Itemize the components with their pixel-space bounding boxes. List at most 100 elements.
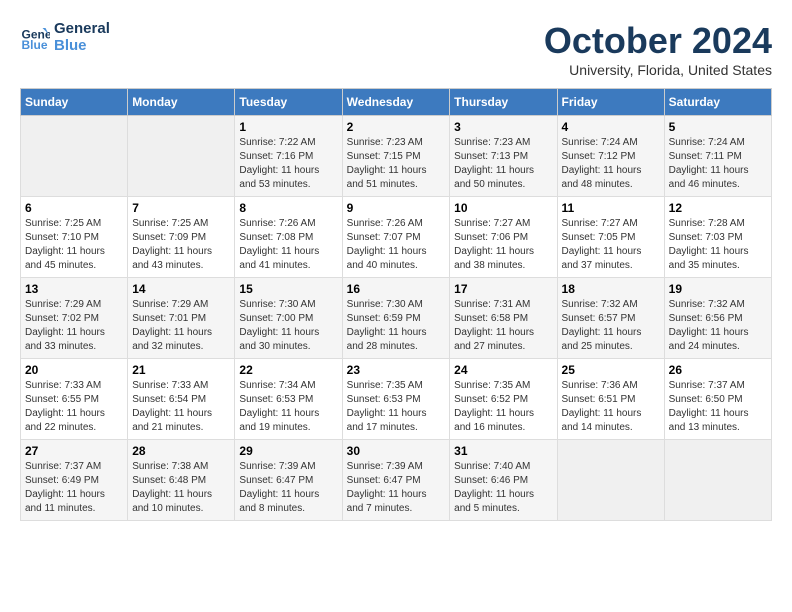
day-detail: Sunrise: 7:38 AM Sunset: 6:48 PM Dayligh… [132, 460, 230, 516]
calendar-cell: 17 Sunrise: 7:31 AM Sunset: 6:58 PM Dayl… [450, 278, 557, 359]
calendar-cell: 13 Sunrise: 7:29 AM Sunset: 7:02 PM Dayl… [21, 278, 128, 359]
day-number: 10 [454, 201, 552, 215]
calendar-cell: 27 Sunrise: 7:37 AM Sunset: 6:49 PM Dayl… [21, 440, 128, 521]
day-detail: Sunrise: 7:29 AM Sunset: 7:01 PM Dayligh… [132, 298, 230, 354]
calendar-cell: 23 Sunrise: 7:35 AM Sunset: 6:53 PM Dayl… [342, 359, 450, 440]
calendar-cell: 5 Sunrise: 7:24 AM Sunset: 7:11 PM Dayli… [664, 116, 771, 197]
day-detail: Sunrise: 7:24 AM Sunset: 7:12 PM Dayligh… [562, 136, 660, 192]
day-number: 30 [347, 444, 446, 458]
calendar-cell: 26 Sunrise: 7:37 AM Sunset: 6:50 PM Dayl… [664, 359, 771, 440]
day-number: 8 [239, 201, 337, 215]
calendar-week-row: 13 Sunrise: 7:29 AM Sunset: 7:02 PM Dayl… [21, 278, 772, 359]
day-number: 11 [562, 201, 660, 215]
calendar-cell: 8 Sunrise: 7:26 AM Sunset: 7:08 PM Dayli… [235, 197, 342, 278]
calendar-cell: 2 Sunrise: 7:23 AM Sunset: 7:15 PM Dayli… [342, 116, 450, 197]
day-detail: Sunrise: 7:37 AM Sunset: 6:50 PM Dayligh… [669, 379, 767, 435]
day-detail: Sunrise: 7:39 AM Sunset: 6:47 PM Dayligh… [347, 460, 446, 516]
day-detail: Sunrise: 7:24 AM Sunset: 7:11 PM Dayligh… [669, 136, 767, 192]
logo-line1: General [54, 20, 110, 37]
weekday-header-monday: Monday [128, 89, 235, 116]
calendar-cell: 20 Sunrise: 7:33 AM Sunset: 6:55 PM Dayl… [21, 359, 128, 440]
calendar-cell: 7 Sunrise: 7:25 AM Sunset: 7:09 PM Dayli… [128, 197, 235, 278]
day-detail: Sunrise: 7:40 AM Sunset: 6:46 PM Dayligh… [454, 460, 552, 516]
calendar-cell: 25 Sunrise: 7:36 AM Sunset: 6:51 PM Dayl… [557, 359, 664, 440]
day-number: 31 [454, 444, 552, 458]
day-number: 20 [25, 363, 123, 377]
page-header: General Blue General Blue October 2024 U… [20, 20, 772, 78]
day-detail: Sunrise: 7:28 AM Sunset: 7:03 PM Dayligh… [669, 217, 767, 273]
day-number: 21 [132, 363, 230, 377]
calendar-cell: 28 Sunrise: 7:38 AM Sunset: 6:48 PM Dayl… [128, 440, 235, 521]
month-title: October 2024 [544, 20, 772, 62]
calendar-cell: 21 Sunrise: 7:33 AM Sunset: 6:54 PM Dayl… [128, 359, 235, 440]
calendar-cell: 22 Sunrise: 7:34 AM Sunset: 6:53 PM Dayl… [235, 359, 342, 440]
day-detail: Sunrise: 7:32 AM Sunset: 6:57 PM Dayligh… [562, 298, 660, 354]
svg-text:Blue: Blue [22, 38, 48, 52]
day-number: 23 [347, 363, 446, 377]
calendar-cell: 1 Sunrise: 7:22 AM Sunset: 7:16 PM Dayli… [235, 116, 342, 197]
day-detail: Sunrise: 7:37 AM Sunset: 6:49 PM Dayligh… [25, 460, 123, 516]
day-detail: Sunrise: 7:36 AM Sunset: 6:51 PM Dayligh… [562, 379, 660, 435]
logo: General Blue General Blue [20, 20, 110, 54]
title-block: October 2024 University, Florida, United… [544, 20, 772, 78]
weekday-header-friday: Friday [557, 89, 664, 116]
day-detail: Sunrise: 7:22 AM Sunset: 7:16 PM Dayligh… [239, 136, 337, 192]
day-number: 2 [347, 120, 446, 134]
day-number: 12 [669, 201, 767, 215]
day-number: 29 [239, 444, 337, 458]
calendar-cell: 14 Sunrise: 7:29 AM Sunset: 7:01 PM Dayl… [128, 278, 235, 359]
day-number: 15 [239, 282, 337, 296]
calendar-week-row: 27 Sunrise: 7:37 AM Sunset: 6:49 PM Dayl… [21, 440, 772, 521]
logo-icon: General Blue [20, 22, 50, 52]
day-number: 27 [25, 444, 123, 458]
day-number: 3 [454, 120, 552, 134]
day-detail: Sunrise: 7:25 AM Sunset: 7:10 PM Dayligh… [25, 217, 123, 273]
day-number: 28 [132, 444, 230, 458]
calendar-table: SundayMondayTuesdayWednesdayThursdayFrid… [20, 88, 772, 521]
calendar-cell: 16 Sunrise: 7:30 AM Sunset: 6:59 PM Dayl… [342, 278, 450, 359]
day-detail: Sunrise: 7:27 AM Sunset: 7:05 PM Dayligh… [562, 217, 660, 273]
calendar-cell: 6 Sunrise: 7:25 AM Sunset: 7:10 PM Dayli… [21, 197, 128, 278]
calendar-cell [21, 116, 128, 197]
day-number: 14 [132, 282, 230, 296]
calendar-cell: 29 Sunrise: 7:39 AM Sunset: 6:47 PM Dayl… [235, 440, 342, 521]
day-number: 22 [239, 363, 337, 377]
calendar-cell: 15 Sunrise: 7:30 AM Sunset: 7:00 PM Dayl… [235, 278, 342, 359]
day-number: 16 [347, 282, 446, 296]
day-number: 6 [25, 201, 123, 215]
day-detail: Sunrise: 7:35 AM Sunset: 6:52 PM Dayligh… [454, 379, 552, 435]
calendar-cell: 12 Sunrise: 7:28 AM Sunset: 7:03 PM Dayl… [664, 197, 771, 278]
day-detail: Sunrise: 7:23 AM Sunset: 7:13 PM Dayligh… [454, 136, 552, 192]
day-number: 13 [25, 282, 123, 296]
day-detail: Sunrise: 7:32 AM Sunset: 6:56 PM Dayligh… [669, 298, 767, 354]
day-number: 5 [669, 120, 767, 134]
calendar-cell: 11 Sunrise: 7:27 AM Sunset: 7:05 PM Dayl… [557, 197, 664, 278]
day-detail: Sunrise: 7:33 AM Sunset: 6:54 PM Dayligh… [132, 379, 230, 435]
day-number: 4 [562, 120, 660, 134]
day-detail: Sunrise: 7:35 AM Sunset: 6:53 PM Dayligh… [347, 379, 446, 435]
day-number: 18 [562, 282, 660, 296]
day-detail: Sunrise: 7:31 AM Sunset: 6:58 PM Dayligh… [454, 298, 552, 354]
calendar-cell [557, 440, 664, 521]
calendar-cell: 24 Sunrise: 7:35 AM Sunset: 6:52 PM Dayl… [450, 359, 557, 440]
day-number: 26 [669, 363, 767, 377]
day-detail: Sunrise: 7:26 AM Sunset: 7:07 PM Dayligh… [347, 217, 446, 273]
day-detail: Sunrise: 7:23 AM Sunset: 7:15 PM Dayligh… [347, 136, 446, 192]
calendar-cell: 3 Sunrise: 7:23 AM Sunset: 7:13 PM Dayli… [450, 116, 557, 197]
day-detail: Sunrise: 7:30 AM Sunset: 7:00 PM Dayligh… [239, 298, 337, 354]
weekday-header-tuesday: Tuesday [235, 89, 342, 116]
day-number: 7 [132, 201, 230, 215]
calendar-week-row: 20 Sunrise: 7:33 AM Sunset: 6:55 PM Dayl… [21, 359, 772, 440]
day-detail: Sunrise: 7:26 AM Sunset: 7:08 PM Dayligh… [239, 217, 337, 273]
day-detail: Sunrise: 7:39 AM Sunset: 6:47 PM Dayligh… [239, 460, 337, 516]
calendar-cell [664, 440, 771, 521]
day-detail: Sunrise: 7:34 AM Sunset: 6:53 PM Dayligh… [239, 379, 337, 435]
day-number: 25 [562, 363, 660, 377]
day-number: 24 [454, 363, 552, 377]
day-detail: Sunrise: 7:25 AM Sunset: 7:09 PM Dayligh… [132, 217, 230, 273]
calendar-cell: 19 Sunrise: 7:32 AM Sunset: 6:56 PM Dayl… [664, 278, 771, 359]
calendar-cell [128, 116, 235, 197]
day-detail: Sunrise: 7:27 AM Sunset: 7:06 PM Dayligh… [454, 217, 552, 273]
calendar-cell: 30 Sunrise: 7:39 AM Sunset: 6:47 PM Dayl… [342, 440, 450, 521]
calendar-cell: 31 Sunrise: 7:40 AM Sunset: 6:46 PM Dayl… [450, 440, 557, 521]
